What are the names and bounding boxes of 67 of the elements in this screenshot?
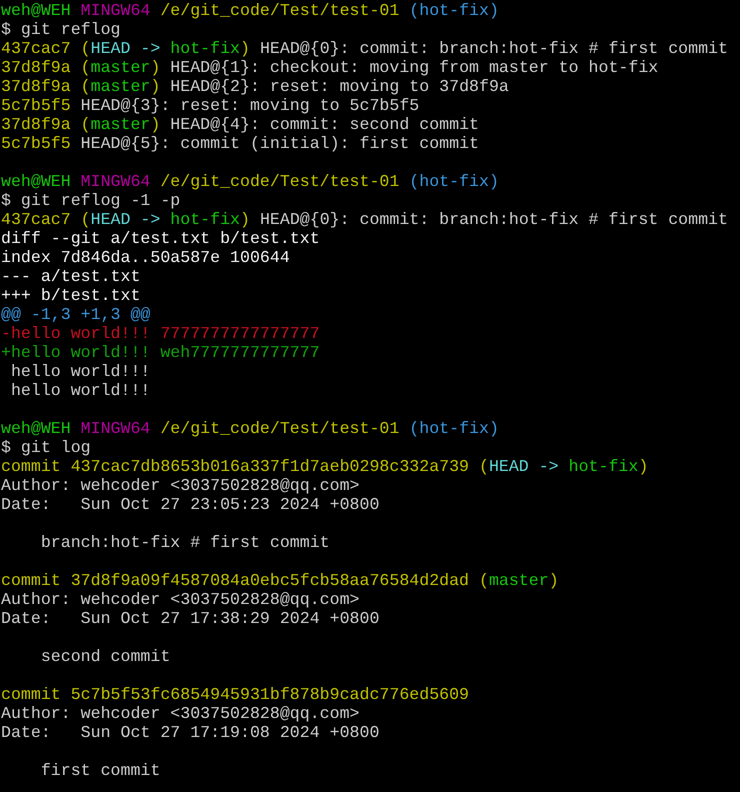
removed-line: -hello world!!! 7777777777777777 — [1, 324, 320, 343]
commit-hash: ) — [150, 115, 160, 134]
commit-hash: 437cac7 ( — [1, 210, 91, 229]
commit-hash: commit 5c7b5f53fc6854945931bf878b9cadc776ed5609 — [1, 685, 470, 704]
prompt-branch: (hot-fix) — [409, 172, 499, 191]
commit-hash: 37d8f9a ( — [1, 115, 91, 134]
branch-name: master — [488, 571, 549, 590]
commit-hash: 37d8f9a ( — [1, 77, 91, 96]
prompt-branch: (hot-fix) — [409, 419, 499, 438]
commit-hash: ) — [240, 39, 250, 58]
prompt-branch: (hot-fix) — [409, 1, 499, 20]
command-line: $ git reflog -1 -p — [1, 191, 180, 210]
head-pointer: HEAD -> — [488, 457, 560, 476]
prompt-user: weh@WEH — [1, 419, 71, 438]
commit-hash: 437cac7 ( — [1, 39, 91, 58]
diff-header: diff --git a/test.txt b/test.txt — [1, 229, 320, 248]
prompt-path: /e/git_code/Test/test-01 — [160, 1, 400, 20]
prompt-path: /e/git_code/Test/test-01 — [160, 419, 400, 438]
author-line: Author: wehcoder <3037502828@qq.com> — [1, 476, 360, 495]
diff-header: +++ b/test.txt — [1, 286, 140, 305]
branch-name: hot-fix — [170, 39, 240, 58]
commit-hash: 37d8f9a ( — [1, 58, 91, 77]
commit-message: first commit — [40, 761, 160, 780]
commit-hash: commit 37d8f9a09f4587084a0ebc5fcb58aa76584d2dad ( — [1, 571, 489, 590]
prompt-user: weh@WEH — [1, 1, 71, 20]
date-line: Date: Sun Oct 27 17:38:29 2024 +0800 — [1, 609, 380, 628]
branch-name: master — [90, 58, 150, 77]
commit-hash: commit 437cac7db8653b016a337f1d7aeb0298c332a739 ( — [1, 457, 489, 476]
output-text: HEAD@{5}: commit (initial): first commit — [80, 134, 479, 153]
commit-hash: ) — [638, 457, 648, 476]
prompt-host: MINGW64 — [80, 1, 150, 20]
added-line: +hello world!!! weh7777777777777 — [1, 343, 320, 362]
diff-header: index 7d846da..50a587e 100644 — [1, 248, 290, 267]
diff-header: --- a/test.txt — [1, 267, 140, 286]
output-text: HEAD@{0}: commit: branch:hot-fix # first commit — [258, 39, 728, 58]
prompt-user: weh@WEH — [1, 172, 71, 191]
output-text: HEAD@{1}: checkout: moving from master to hot-fix — [169, 58, 658, 77]
output-text: HEAD@{4}: commit: second commit — [169, 115, 479, 134]
output-text: hello world!!! — [10, 362, 150, 381]
author-line: Author: wehcoder <3037502828@qq.com> — [1, 590, 360, 609]
branch-name: hot-fix — [568, 457, 638, 476]
commit-hash: ) — [548, 571, 559, 590]
author-line: Author: wehcoder <3037502828@qq.com> — [1, 704, 360, 723]
commit-message: second commit — [40, 647, 170, 666]
output-text: HEAD@{2}: reset: moving to 37d8f9a — [169, 77, 509, 96]
commit-hash: ) — [150, 77, 160, 96]
output-text: HEAD@{0}: commit: branch:hot-fix # first commit — [258, 210, 728, 229]
output-text: hello world!!! — [10, 381, 150, 400]
output-text: HEAD@{3}: reset: moving to 5c7b5f5 — [80, 96, 420, 115]
commit-hash: 5c7b5f5 — [1, 96, 71, 115]
commit-message: branch:hot-fix # first commit — [40, 533, 330, 552]
command-line: $ git reflog — [1, 20, 120, 39]
prompt-path: /e/git_code/Test/test-01 — [160, 172, 400, 191]
commit-hash: 5c7b5f5 — [1, 134, 71, 153]
command-line: $ git log — [1, 438, 91, 457]
prompt-host: MINGW64 — [80, 172, 150, 191]
branch-name: hot-fix — [170, 210, 240, 229]
prompt-host: MINGW64 — [80, 419, 150, 438]
hunk-header: @@ -1,3 +1,3 @@ — [1, 305, 150, 324]
head-pointer: HEAD -> — [90, 39, 162, 58]
head-pointer: HEAD -> — [90, 210, 162, 229]
commit-hash: ) — [150, 58, 160, 77]
date-line: Date: Sun Oct 27 23:05:23 2024 +0800 — [1, 495, 380, 514]
branch-name: master — [90, 115, 150, 134]
commit-hash: ) — [240, 210, 250, 229]
date-line: Date: Sun Oct 27 17:19:08 2024 +0800 — [1, 723, 380, 742]
branch-name: master — [90, 77, 150, 96]
